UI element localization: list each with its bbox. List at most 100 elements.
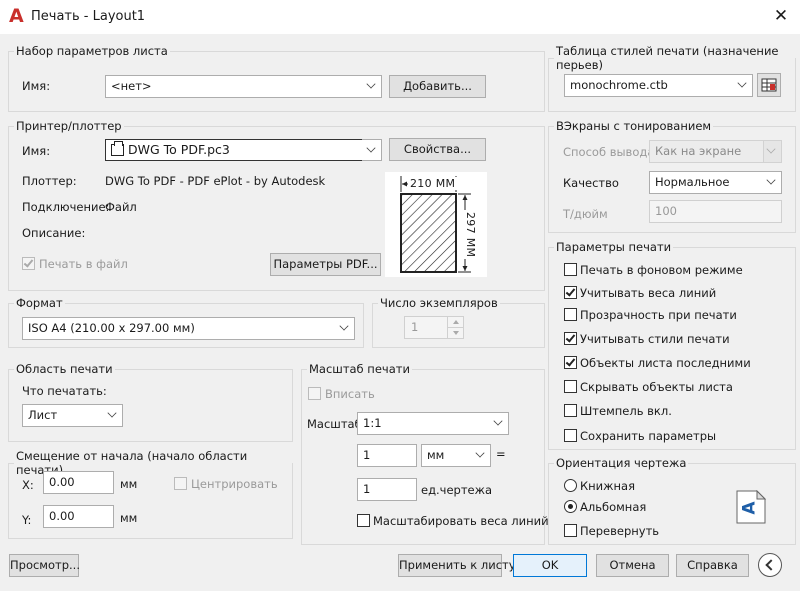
offset-y-label: Y: — [22, 513, 32, 527]
upside-down-label: Перевернуть — [580, 524, 660, 538]
printer-properties-button[interactable]: Свойства... — [389, 138, 486, 161]
plot-option-label: Учитывать стили печати — [580, 332, 730, 346]
copies-group-label: Число экземпляров — [380, 296, 498, 310]
checkmark-icon — [565, 356, 576, 367]
plot-to-file-checkbox[interactable] — [22, 257, 35, 270]
stepper-down-icon[interactable] — [447, 328, 463, 339]
plot-option-checkbox[interactable] — [564, 308, 577, 321]
plotter-value: DWG To PDF - PDF ePlot - by Autodesk — [105, 174, 326, 188]
plot-area-group: Область печати — [8, 362, 293, 442]
plot-option-checkbox[interactable] — [564, 429, 577, 442]
description-label: Описание: — [22, 226, 86, 240]
scale-paper-units-input[interactable]: 1 — [357, 444, 417, 467]
paper-size-value: ISO A4 (210.00 x 297.00 мм) — [28, 321, 195, 335]
style-table-group-label: Таблица стилей печати (назначение перьев… — [556, 44, 779, 72]
printer-name-value: DWG To PDF.pc3 — [128, 142, 230, 157]
printer-name-select[interactable]: DWG To PDF.pc3 — [105, 139, 363, 161]
plot-option-checkbox[interactable] — [564, 356, 577, 369]
chevron-down-icon — [475, 448, 485, 458]
radio-selected-dot — [568, 504, 573, 509]
page-setup-name-select[interactable]: <нет> — [105, 75, 382, 98]
plot-options-group-label: Параметры печати — [556, 240, 672, 254]
quality-value: Нормальное — [655, 175, 730, 189]
plot-option-label: Штемпель вкл. — [580, 404, 672, 418]
help-button[interactable]: Справка — [676, 554, 749, 577]
paper-size-group-label: Формат — [16, 296, 63, 310]
scale-select[interactable]: 1:1 — [357, 412, 509, 435]
plot-option-label: Скрывать объекты листа — [580, 380, 733, 394]
shade-plot-value: Как на экране — [655, 144, 742, 158]
checkmark-icon — [23, 257, 34, 268]
checkmark-icon — [565, 286, 576, 297]
plotter-label: Плоттер: — [22, 174, 77, 188]
offset-x-label: X: — [22, 478, 34, 492]
plot-option-label: Объекты листа последними — [580, 356, 751, 370]
apply-to-layout-button[interactable]: Применить к листу — [398, 554, 516, 577]
page-setup-group-label: Набор параметров листа — [16, 44, 168, 58]
paper-preview: 210 MM 297 MM — [385, 172, 487, 277]
page-setup-name-label: Имя: — [22, 79, 51, 93]
page-setup-name-value: <нет> — [111, 79, 152, 93]
plot-option-label: Прозрачность при печати — [580, 308, 737, 322]
style-table-select[interactable]: monochrome.ctb — [564, 74, 753, 97]
pdf-options-button[interactable]: Параметры PDF... — [270, 253, 381, 276]
landscape-radio[interactable] — [564, 500, 577, 513]
plot-option-checkbox[interactable] — [564, 380, 577, 393]
plot-option-label: Учитывать веса линий — [580, 286, 717, 300]
shade-plot-label: Способ вывода — [563, 145, 655, 159]
upside-down-checkbox[interactable] — [564, 524, 577, 537]
orientation-letter: A — [739, 501, 760, 515]
landscape-label: Альбомная — [580, 500, 647, 514]
portrait-label: Книжная — [580, 479, 636, 493]
plot-option-checkbox[interactable] — [564, 263, 577, 276]
chevron-down-icon — [493, 416, 503, 426]
chevron-down-icon — [766, 175, 776, 185]
plot-option-checkbox[interactable] — [564, 332, 577, 345]
center-plot-checkbox[interactable] — [174, 477, 187, 490]
shade-plot-select[interactable]: Как на экране — [649, 140, 782, 163]
where-value: Файл — [105, 200, 137, 214]
dpi-label: Т/дюйм — [563, 207, 608, 221]
close-icon[interactable]: ✕ — [768, 4, 794, 28]
quality-label: Качество — [563, 176, 619, 190]
chevron-down-icon — [339, 321, 349, 331]
paper-height-label: 297 MM — [464, 210, 477, 260]
offset-y-input[interactable]: 0.00 — [43, 505, 114, 528]
preview-button[interactable]: Просмотр... — [9, 554, 80, 577]
chevron-down-icon — [737, 78, 747, 88]
style-table-value: monochrome.ctb — [570, 78, 668, 92]
quality-select[interactable]: Нормальное — [649, 171, 782, 194]
dpi-input[interactable]: 100 — [649, 200, 782, 223]
plot-option-label: Сохранить параметры — [580, 429, 717, 443]
add-page-setup-button[interactable]: Добавить... — [389, 75, 486, 98]
scale-drawing-units-input[interactable]: 1 — [357, 478, 417, 501]
plot-what-label: Что печатать: — [22, 384, 107, 398]
plot-what-select[interactable]: Лист — [22, 404, 123, 427]
plot-what-value: Лист — [28, 408, 58, 422]
scale-unit-select[interactable]: мм — [421, 444, 491, 467]
ok-button[interactable]: OK — [513, 554, 587, 577]
copies-stepper[interactable]: 1 — [404, 316, 464, 339]
equals-sign: = — [496, 447, 506, 461]
scale-value: 1:1 — [363, 416, 382, 430]
portrait-radio[interactable] — [564, 479, 577, 492]
printer-dropdown-button[interactable] — [362, 139, 382, 161]
cancel-button[interactable]: Отмена — [596, 554, 669, 577]
fit-to-paper-label: Вписать — [325, 387, 375, 401]
scale-lineweights-checkbox[interactable] — [357, 514, 370, 527]
orientation-preview-icon: A — [736, 489, 767, 524]
paper-width-label: 210 MM — [408, 177, 458, 190]
collapse-arrow-icon[interactable] — [758, 553, 782, 577]
edit-table-icon — [761, 78, 777, 92]
plot-to-file-label: Печать в файл — [39, 257, 128, 271]
copies-value: 1 — [411, 320, 419, 334]
plot-option-checkbox[interactable] — [564, 404, 577, 417]
plot-area-group-label: Область печати — [16, 362, 113, 376]
offset-x-input[interactable]: 0.00 — [43, 471, 114, 494]
fit-to-paper-checkbox[interactable] — [308, 387, 321, 400]
stepper-up-icon[interactable] — [447, 317, 463, 328]
plot-option-checkbox[interactable] — [564, 286, 577, 299]
paper-size-select[interactable]: ISO A4 (210.00 x 297.00 мм) — [22, 317, 355, 340]
autocad-logo-icon: A — [9, 5, 24, 27]
edit-style-table-button[interactable] — [757, 73, 781, 97]
